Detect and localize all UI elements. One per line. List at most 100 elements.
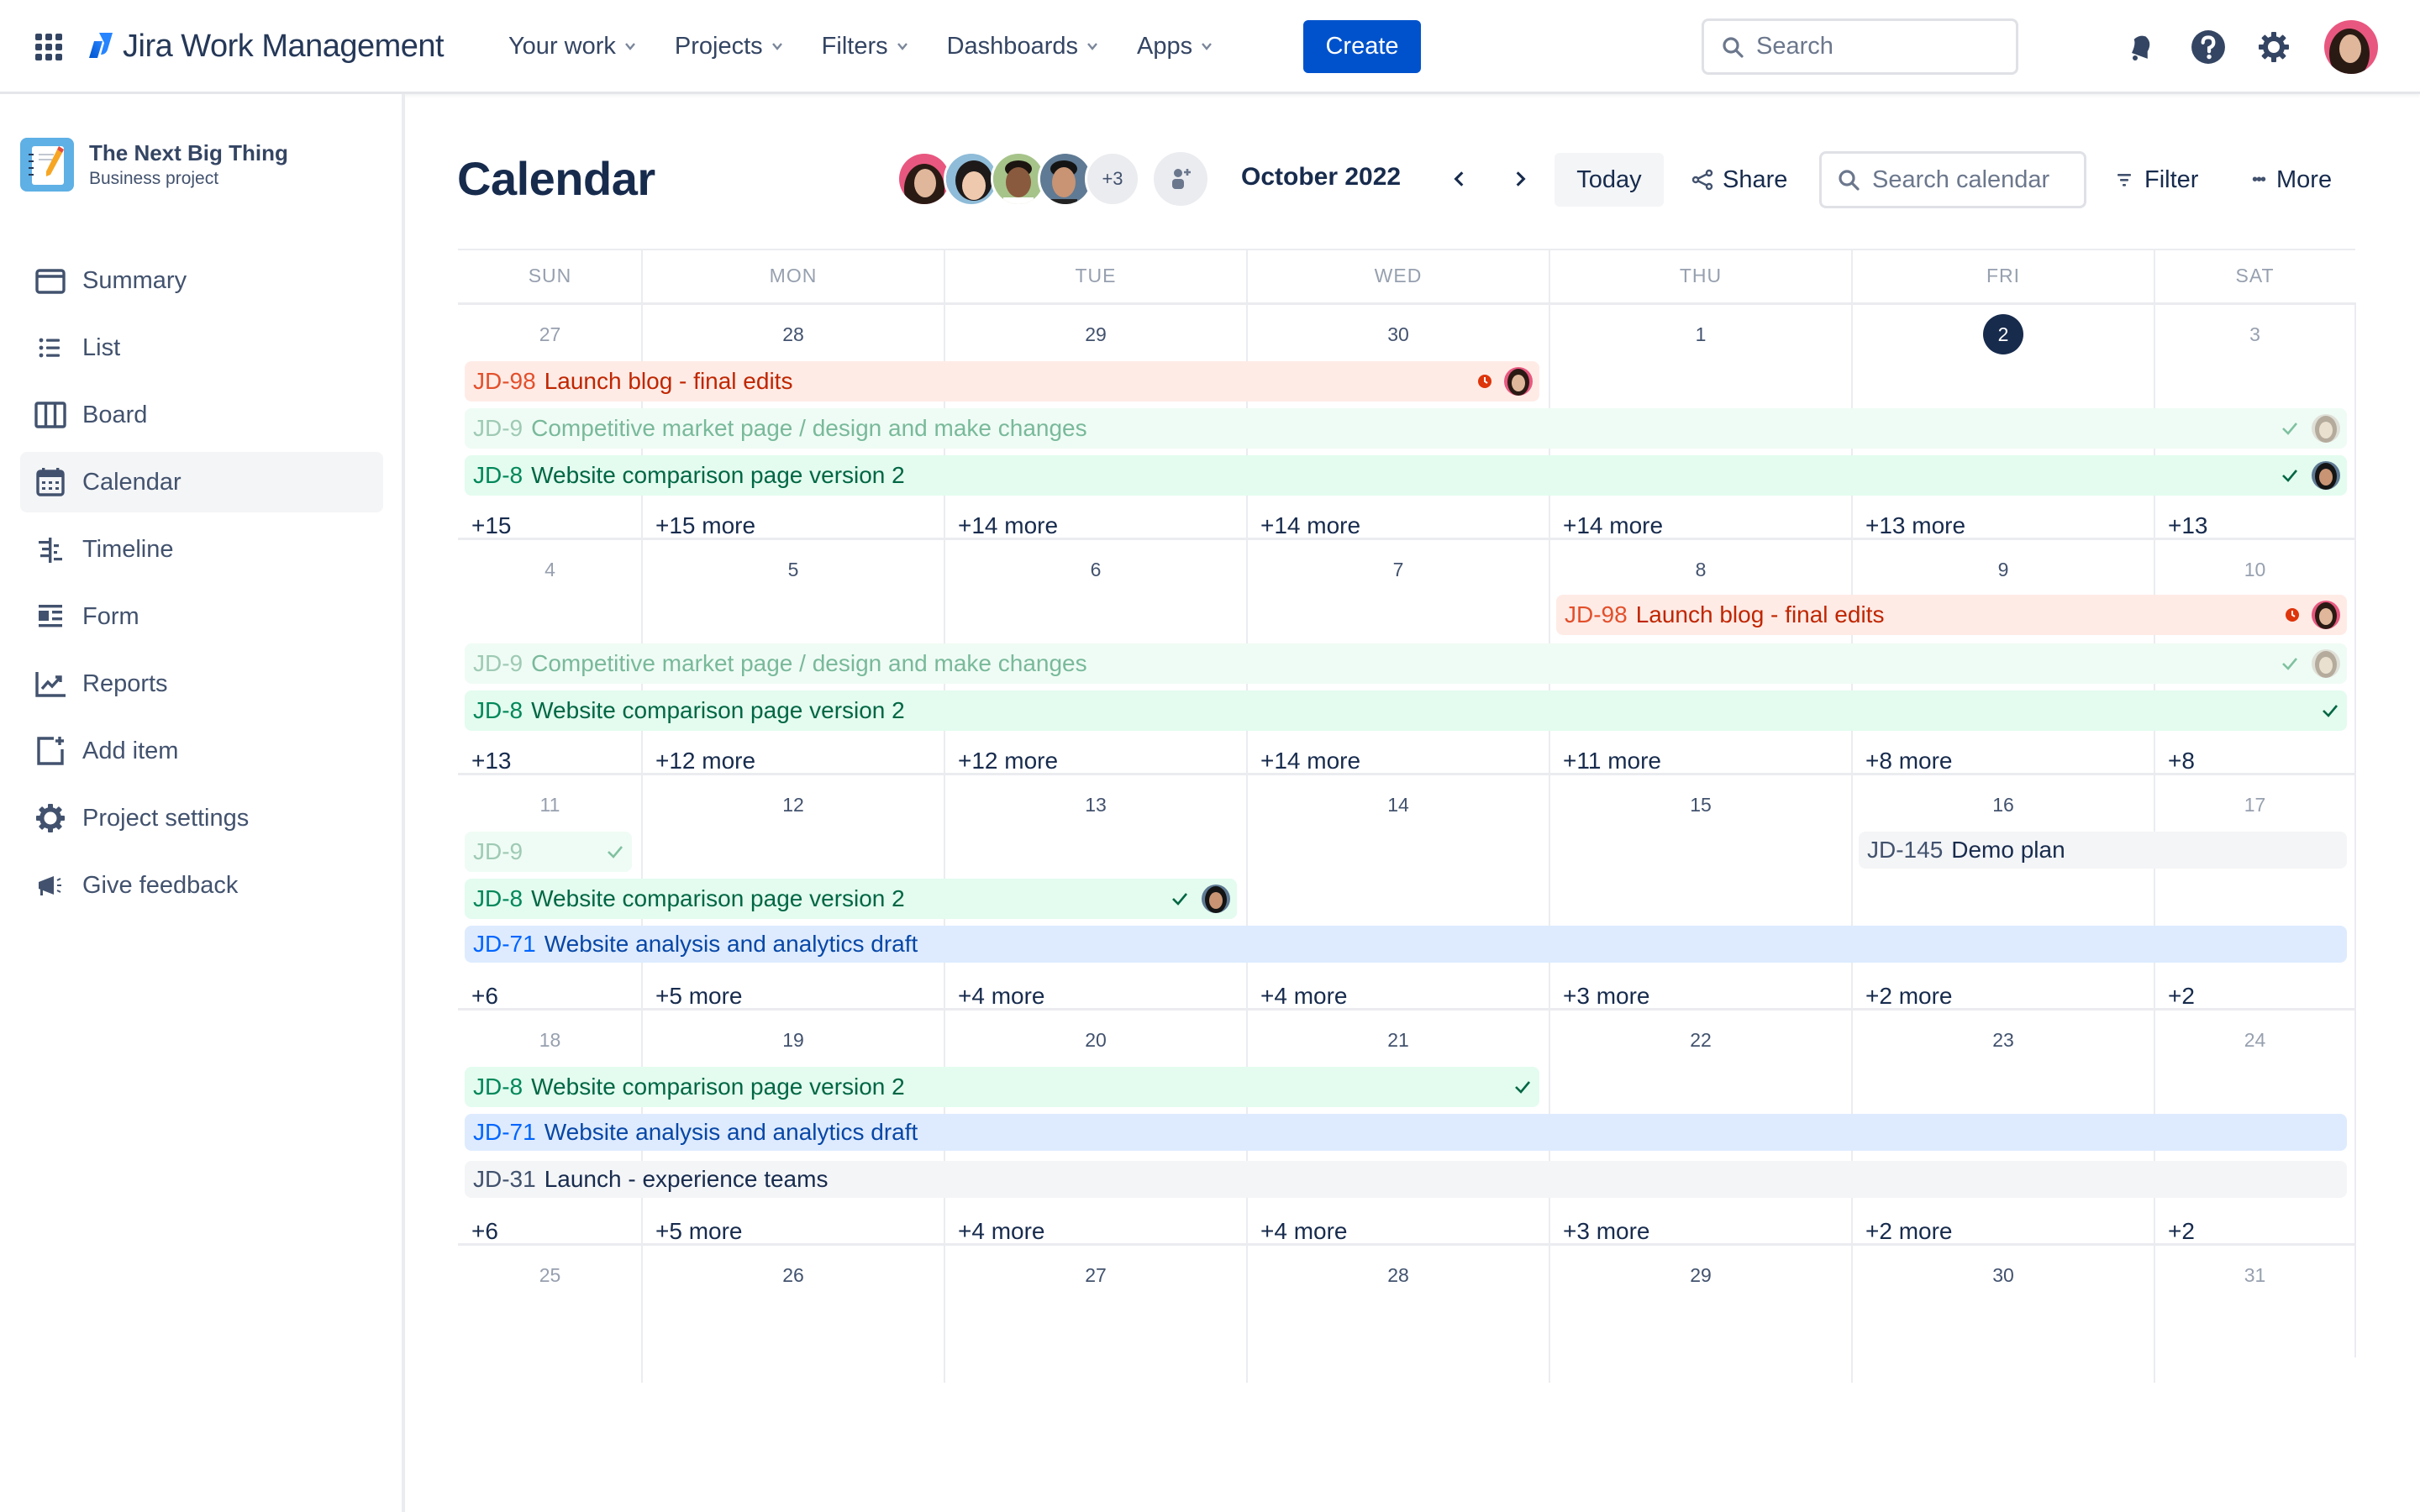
day-number[interactable]: 24	[2154, 1020, 2355, 1060]
sidebar-item-add-item[interactable]: Add item	[20, 721, 383, 781]
assignee-avatar[interactable]	[2312, 649, 2340, 678]
day-number[interactable]: 17	[2154, 785, 2355, 825]
calendar-event[interactable]: JD-8 Website comparison page version 2	[465, 879, 1237, 919]
day-number[interactable]: 10	[2154, 549, 2355, 590]
day-number[interactable]: 27	[458, 314, 642, 354]
sidebar-item-form[interactable]: Form	[20, 586, 383, 647]
calendar-event[interactable]: JD-9 Competitive market page / design and…	[465, 643, 2347, 684]
menu-filters[interactable]: Filters	[822, 33, 908, 60]
global-search-box[interactable]	[1702, 18, 2018, 75]
calendar-search-box[interactable]	[1819, 151, 2086, 208]
calendar-event[interactable]: JD-71 Website analysis and analytics draf…	[465, 926, 2347, 963]
assignee-avatar[interactable]	[2312, 414, 2340, 443]
menu-dashboards[interactable]: Dashboards	[947, 33, 1098, 60]
calendar-event[interactable]: JD-31 Launch - experience teams	[465, 1161, 2347, 1198]
day-number[interactable]: 1	[1549, 314, 1852, 354]
day-number[interactable]: 18	[458, 1020, 642, 1060]
show-more-link[interactable]: +4 more	[958, 976, 1045, 1016]
show-more-link[interactable]: +8 more	[1865, 741, 1953, 781]
next-month-button[interactable]	[1506, 165, 1534, 193]
day-number[interactable]: 30	[1247, 314, 1549, 354]
show-more-link[interactable]: +3 more	[1563, 1211, 1650, 1252]
show-more-link[interactable]: +3 more	[1563, 976, 1650, 1016]
day-number[interactable]: 29	[944, 314, 1247, 354]
calendar-event[interactable]: JD-8 Website comparison page version 2	[465, 1067, 1539, 1107]
create-button[interactable]: Create	[1303, 20, 1421, 73]
previous-month-button[interactable]	[1445, 165, 1474, 193]
sidebar-item-summary[interactable]: Summary	[20, 250, 383, 311]
day-number[interactable]: 3	[2154, 314, 2355, 354]
today-day-number[interactable]: 2	[1852, 314, 2154, 354]
sidebar-item-project-settings[interactable]: Project settings	[20, 788, 383, 848]
day-number[interactable]: 20	[944, 1020, 1247, 1060]
day-number[interactable]: 9	[1852, 549, 2154, 590]
day-number[interactable]: 28	[642, 314, 944, 354]
assignee-avatar[interactable]	[2312, 601, 2340, 629]
add-people-button[interactable]	[1154, 152, 1207, 206]
show-more-link[interactable]: +15 more	[655, 506, 755, 546]
day-number[interactable]: 11	[458, 785, 642, 825]
day-number[interactable]: 13	[944, 785, 1247, 825]
filter-button[interactable]: Filter	[2116, 155, 2198, 205]
assignee-avatar[interactable]	[1504, 367, 1533, 396]
calendar-event[interactable]: JD-8 Website comparison page version 2	[465, 455, 2347, 496]
product-logo[interactable]: Jira Work Management	[87, 25, 445, 67]
day-number[interactable]: 6	[944, 549, 1247, 590]
day-number[interactable]: 12	[642, 785, 944, 825]
help-button[interactable]	[2189, 28, 2228, 66]
show-more-link[interactable]: +13 more	[1865, 506, 1965, 546]
show-more-link[interactable]: +15	[471, 506, 512, 546]
day-number[interactable]: 16	[1852, 785, 2154, 825]
show-more-link[interactable]: +14 more	[1260, 741, 1360, 781]
profile-avatar[interactable]	[2324, 20, 2378, 74]
show-more-link[interactable]: +4 more	[958, 1211, 1045, 1252]
assignee-avatar[interactable]	[1202, 885, 1230, 913]
sidebar-item-board[interactable]: Board	[20, 385, 383, 445]
calendar-event[interactable]: JD-9 Competitive market page / design and…	[465, 408, 2347, 449]
show-more-link[interactable]: +13	[2168, 506, 2208, 546]
show-more-link[interactable]: +2 more	[1865, 976, 1953, 1016]
global-search-input[interactable]	[1756, 33, 1991, 60]
sidebar-item-timeline[interactable]: Timeline	[20, 519, 383, 580]
project-header[interactable]: The Next Big Thing Business project	[20, 138, 288, 192]
day-number[interactable]: 28	[1247, 1255, 1549, 1295]
show-more-link[interactable]: +2	[2168, 976, 2195, 1016]
menu-apps[interactable]: Apps	[1137, 33, 1213, 60]
show-more-link[interactable]: +8	[2168, 741, 2195, 781]
show-more-link[interactable]: +2	[2168, 1211, 2195, 1252]
today-button[interactable]: Today	[1555, 153, 1664, 207]
day-number[interactable]: 25	[458, 1255, 642, 1295]
menu-projects[interactable]: Projects	[675, 33, 783, 60]
day-number[interactable]: 29	[1549, 1255, 1852, 1295]
day-number[interactable]: 27	[944, 1255, 1247, 1295]
sidebar-item-give-feedback[interactable]: Give feedback	[20, 855, 383, 916]
day-number[interactable]: 8	[1549, 549, 1852, 590]
calendar-search-input[interactable]	[1872, 165, 2074, 194]
show-more-link[interactable]: +6	[471, 1211, 498, 1252]
show-more-link[interactable]: +14 more	[1260, 506, 1360, 546]
more-people-button[interactable]: +3	[1085, 151, 1140, 207]
calendar-event[interactable]: JD-98 Launch blog - final edits	[1556, 595, 2347, 635]
day-number[interactable]: 19	[642, 1020, 944, 1060]
assignee-avatar[interactable]	[2312, 461, 2340, 490]
show-more-link[interactable]: +13	[471, 741, 512, 781]
show-more-link[interactable]: +5 more	[655, 976, 743, 1016]
notifications-button[interactable]	[2121, 28, 2160, 66]
calendar-event[interactable]: JD-145 Demo plan	[1859, 832, 2347, 869]
sidebar-item-calendar[interactable]: Calendar	[20, 452, 383, 512]
show-more-link[interactable]: +4 more	[1260, 976, 1348, 1016]
app-switcher-icon[interactable]	[35, 34, 62, 60]
calendar-event[interactable]: JD-8 Website comparison page version 2	[465, 690, 2347, 731]
calendar-event[interactable]: JD-9	[465, 832, 632, 872]
day-number[interactable]: 30	[1852, 1255, 2154, 1295]
day-number[interactable]: 23	[1852, 1020, 2154, 1060]
sidebar-item-list[interactable]: List	[20, 318, 383, 378]
show-more-link[interactable]: +4 more	[1260, 1211, 1348, 1252]
day-number[interactable]: 21	[1247, 1020, 1549, 1060]
more-button[interactable]: ••• More	[2252, 155, 2332, 205]
show-more-link[interactable]: +14 more	[958, 506, 1058, 546]
settings-button[interactable]	[2254, 28, 2293, 66]
menu-your-work[interactable]: Your work	[508, 33, 636, 60]
show-more-link[interactable]: +6	[471, 976, 498, 1016]
day-number[interactable]: 4	[458, 549, 642, 590]
